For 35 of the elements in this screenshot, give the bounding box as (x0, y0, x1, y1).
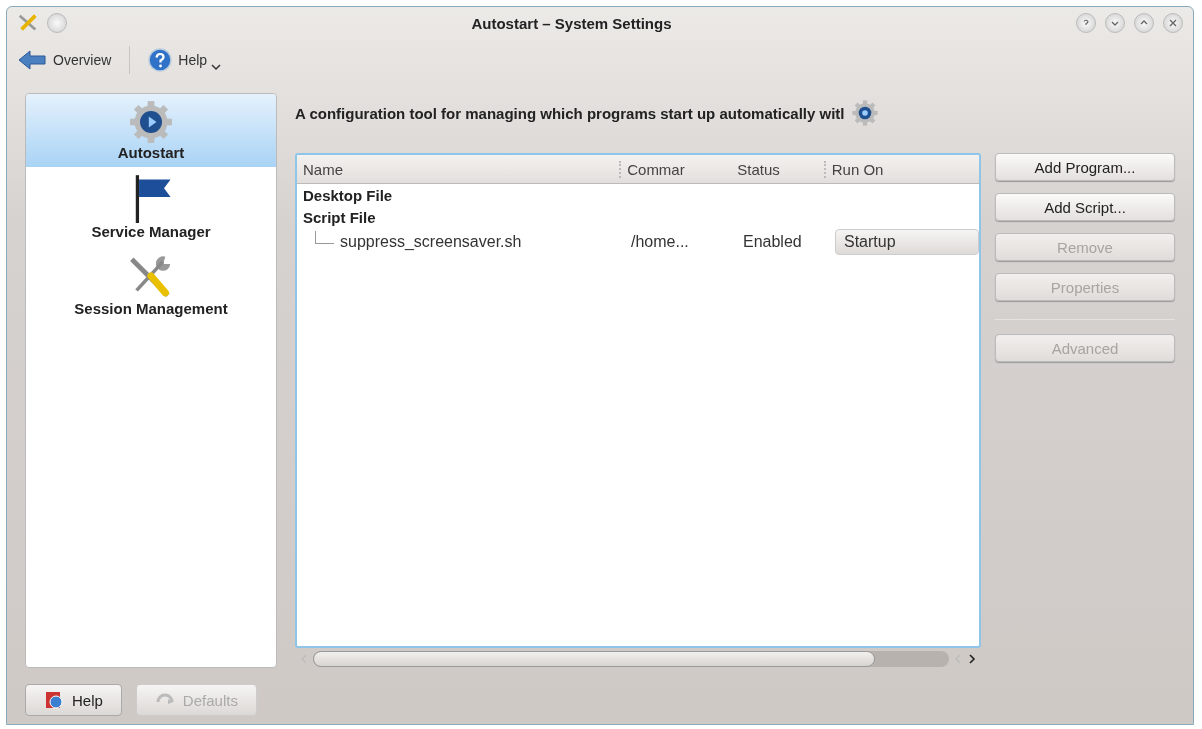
help-button[interactable]: Help (146, 46, 210, 74)
group-label[interactable]: Script File (303, 208, 376, 226)
back-arrow-icon (17, 49, 47, 71)
window-title: Autostart – System Settings (470, 14, 673, 32)
table-cell: suppress_screensaver.sh (340, 233, 522, 251)
group-label[interactable]: Desktop File (303, 186, 393, 204)
table-cell-text: /home... (630, 233, 690, 251)
column-header[interactable]: Commar (619, 160, 732, 178)
overview-button[interactable]: Overview (15, 47, 114, 73)
close-button[interactable] (1163, 13, 1183, 33)
sidebar-item[interactable]: Session Management (26, 245, 276, 323)
gear-icon (850, 99, 879, 127)
close-icon (1168, 18, 1178, 28)
column-header[interactable]: Run On (823, 160, 979, 178)
question-mark-icon (1081, 18, 1091, 28)
maximize-button[interactable] (1134, 13, 1154, 33)
gear-icon (129, 100, 173, 144)
run-on-dropdown[interactable]: Startup (835, 229, 979, 255)
help-icon (44, 690, 64, 710)
column-header[interactable]: Name (297, 160, 620, 178)
help-button[interactable] (1076, 13, 1096, 33)
tree-branch-line (315, 230, 334, 244)
sidebar-item[interactable]: Autostart (26, 94, 276, 167)
minimize-button[interactable] (1105, 13, 1125, 33)
menu-button[interactable] (47, 13, 67, 33)
column-header[interactable]: Status (731, 160, 824, 178)
sidebar-item[interactable]: Service Manager (26, 166, 276, 246)
action-button[interactable]: Add Script... (995, 193, 1175, 221)
action-button[interactable]: Add Program... (995, 153, 1175, 181)
help-icon (148, 48, 173, 72)
chevron-down-icon[interactable] (211, 63, 222, 71)
module-description: A configuration tool for managing which programs start up automatically witl (295, 104, 845, 122)
scroll-right-icon[interactable] (967, 654, 977, 664)
help-button[interactable]: Help (25, 684, 122, 716)
table-cell-text: Enabled (742, 233, 803, 251)
